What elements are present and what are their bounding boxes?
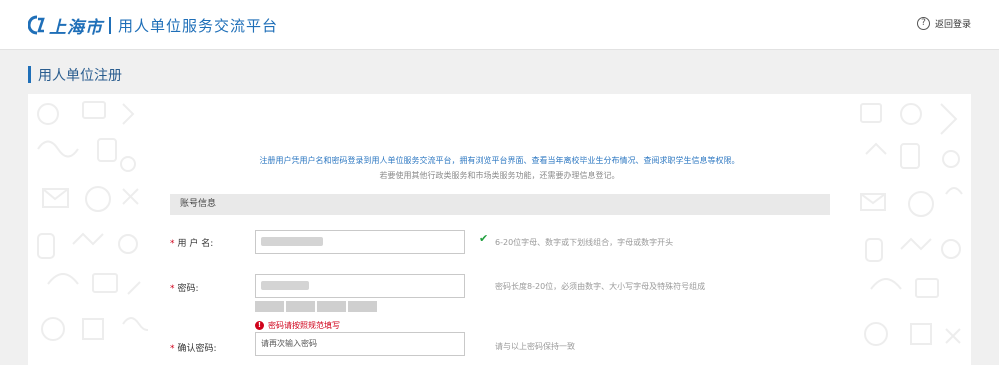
page-title-accent bbox=[28, 66, 31, 83]
password-label: * 密码: bbox=[170, 281, 199, 294]
intro-text-primary: 注册用户凭用户名和密码登录到用人单位服务交流平台，拥有浏览平台界面、查看当年离校… bbox=[259, 156, 740, 165]
logo-city-name: 上海市 bbox=[49, 17, 103, 38]
shanghai-logo-icon bbox=[28, 15, 45, 35]
confirm-password-input[interactable]: 请再次输入密码 bbox=[255, 332, 465, 356]
strength-segment bbox=[348, 301, 377, 312]
page-title: 用人单位注册 bbox=[28, 66, 122, 84]
strength-segment bbox=[255, 301, 284, 312]
section-header-account-info: 账号信息 bbox=[170, 194, 830, 215]
password-error-message: ! 密码请按照规范填写 bbox=[255, 320, 340, 331]
logo-divider bbox=[109, 16, 111, 34]
password-strength-meter bbox=[255, 301, 379, 312]
password-value-masked bbox=[261, 281, 309, 290]
username-value-masked bbox=[261, 237, 323, 246]
top-header: 上海市 用人单位服务交流平台 ? 返回登录 bbox=[0, 0, 999, 50]
confirm-password-label: * 确认密码: bbox=[170, 341, 217, 354]
confirm-password-placeholder: 请再次输入密码 bbox=[261, 339, 317, 348]
page-title-text: 用人单位注册 bbox=[38, 67, 122, 84]
valid-check-icon: ✔ bbox=[479, 232, 489, 245]
question-circle-icon: ? bbox=[916, 17, 930, 30]
strength-segment bbox=[317, 301, 346, 312]
password-label-text: 密码: bbox=[177, 284, 199, 294]
strength-segment bbox=[286, 301, 315, 312]
back-to-login-label: 返回登录 bbox=[934, 20, 971, 30]
confirm-password-label-text: 确认密码: bbox=[177, 344, 217, 354]
error-icon: ! bbox=[255, 321, 264, 330]
username-input[interactable] bbox=[255, 230, 465, 254]
registration-card: 注册用户凭用户名和密码登录到用人单位服务交流平台，拥有浏览平台界面、查看当年离校… bbox=[28, 94, 971, 365]
password-input[interactable] bbox=[255, 274, 465, 298]
platform-title: 用人单位服务交流平台 bbox=[118, 16, 279, 35]
confirm-password-hint: 请与以上密码保持一致 bbox=[495, 342, 575, 351]
username-hint: 6-20位字母、数字或下划线组合，字母或数字开头 bbox=[495, 238, 674, 247]
intro-text-secondary: 若要使用其他行政类服务和市场类服务功能，还需要办理信息登记。 bbox=[379, 171, 620, 180]
decorative-doodle-pattern-left bbox=[37, 101, 148, 341]
site-logo[interactable]: 上海市 用人单位服务交流平台 bbox=[28, 13, 279, 38]
required-marker: * bbox=[170, 239, 175, 249]
password-hint: 密码长度8-20位，必须由数字、大小写字母及特殊符号组成 bbox=[495, 282, 706, 291]
back-to-login-link[interactable]: ? 返回登录 bbox=[916, 17, 971, 30]
required-marker: * bbox=[170, 344, 175, 354]
username-label-text: 用 户 名: bbox=[177, 239, 214, 249]
decorative-doodle-pattern-right bbox=[860, 103, 963, 346]
password-error-text: 密码请按照规范填写 bbox=[268, 321, 340, 330]
required-marker: * bbox=[170, 284, 175, 294]
username-label: * 用 户 名: bbox=[170, 236, 213, 249]
